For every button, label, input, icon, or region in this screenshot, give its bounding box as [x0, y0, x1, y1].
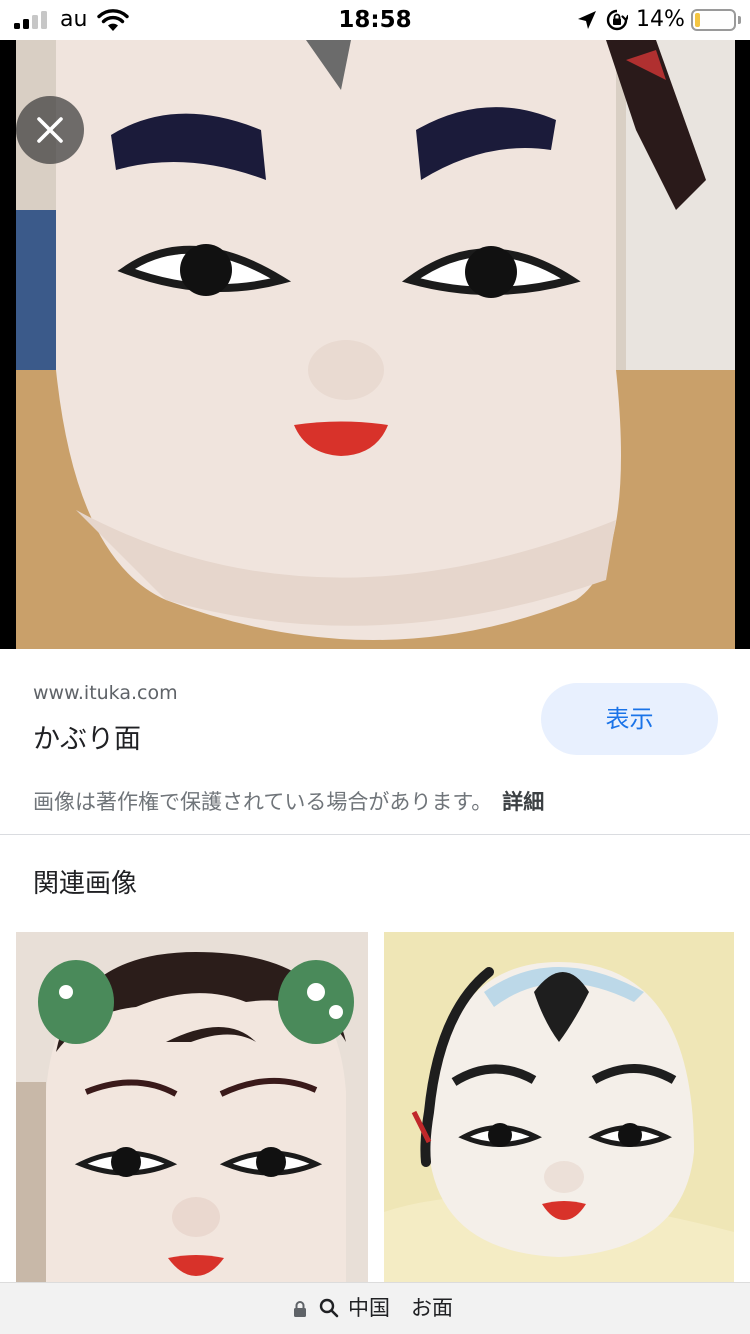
related-image-1-photo	[16, 932, 368, 1284]
mask-photo	[16, 40, 735, 649]
address-bar-text[interactable]: 中国 お面	[348, 1293, 453, 1323]
visit-button[interactable]: 表示	[541, 683, 718, 755]
location-arrow-icon	[578, 11, 596, 29]
battery-cap	[738, 16, 741, 24]
related-image-2-photo	[384, 932, 734, 1284]
search-icon	[319, 1298, 339, 1318]
battery-percent: 14%	[636, 7, 685, 32]
source-url[interactable]: www.ituka.com	[33, 680, 178, 706]
details-link[interactable]: 詳細	[502, 790, 544, 814]
source-title[interactable]: かぶり面	[33, 722, 141, 758]
orientation-lock-icon	[606, 9, 628, 31]
main-image[interactable]	[0, 40, 750, 649]
related-image-1[interactable]	[16, 932, 368, 1284]
copyright-row: 画像は著作権で保護されている場合があります。 詳細	[33, 786, 544, 818]
battery-level-fill	[695, 13, 700, 27]
related-image-2[interactable]	[384, 932, 734, 1284]
related-images-heading: 関連画像	[33, 869, 138, 899]
copyright-notice: 画像は著作権で保護されている場合があります。	[33, 790, 493, 814]
close-button[interactable]	[16, 96, 84, 164]
lock-icon	[294, 1301, 306, 1317]
divider	[0, 834, 750, 835]
address-bar[interactable]: 中国 お面	[0, 1282, 750, 1334]
status-bar: au 18:58 14%	[0, 0, 750, 40]
battery-icon	[691, 9, 736, 31]
close-icon	[37, 117, 63, 143]
